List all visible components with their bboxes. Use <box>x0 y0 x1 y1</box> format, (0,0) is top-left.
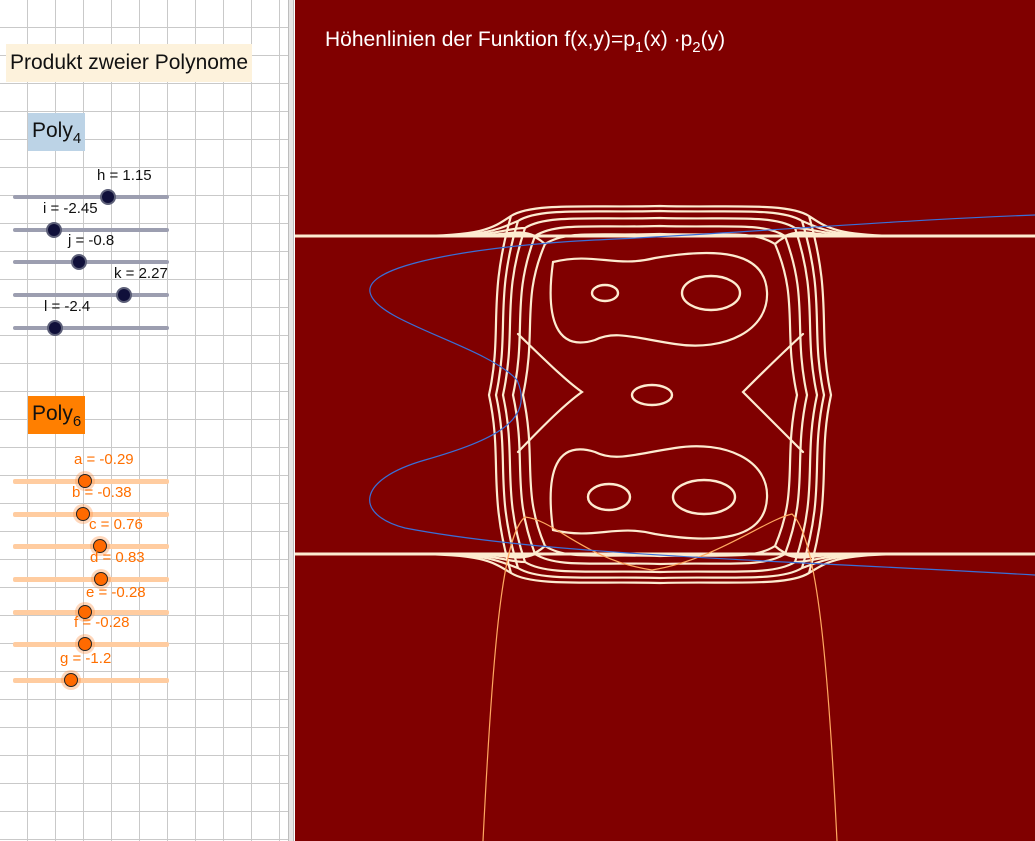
contour-line-3 <box>426 209 894 580</box>
graph-title-sub1: 1 <box>634 39 644 56</box>
poly4-label-text: Poly <box>32 119 73 142</box>
poly6-label-subscript: 6 <box>72 413 82 430</box>
slider-g-label: g = -1.2 <box>60 650 112 667</box>
contour-ellipse-4 <box>586 482 632 512</box>
contour-right-wedge <box>741 332 805 454</box>
graph-title-mid: (x) ·p <box>643 28 693 51</box>
graph-title-prefix: Höhenlinien der Funktion f(x,y)=p <box>325 28 635 51</box>
algebra-panel: Produkt zweier Polynome Poly4 h = 1.15 i … <box>0 0 288 841</box>
slider-j-handle[interactable] <box>71 254 87 270</box>
graph-title-suffix: (y) <box>700 28 726 51</box>
slider-l-track[interactable] <box>13 326 169 330</box>
slider-k-track[interactable] <box>13 293 169 297</box>
slider-l-label: l = -2.4 <box>44 298 91 315</box>
slider-i-handle[interactable] <box>46 222 62 238</box>
graphics-view[interactable]: Höhenlinien der Funktion f(x,y)=p1(x) ·p… <box>295 0 1035 841</box>
slider-d-label: d = 0.83 <box>90 549 145 566</box>
graph-title-sub2: 2 <box>692 39 701 56</box>
slider-l-handle[interactable] <box>47 320 63 336</box>
contour-line-1 <box>465 224 855 566</box>
graph-title: Höhenlinien der Funktion f(x,y)=p1(x) ·p… <box>325 28 725 56</box>
slider-h-track[interactable] <box>13 195 169 199</box>
blue-curve <box>369 214 1035 576</box>
slider-g-track[interactable] <box>13 678 169 683</box>
slider-c-label: c = 0.76 <box>89 516 143 533</box>
slider-a-label: a = -0.29 <box>74 451 134 468</box>
contour-line-2 <box>443 216 877 574</box>
contour-ellipse-1 <box>590 283 620 303</box>
slider-f-handle[interactable] <box>78 637 92 651</box>
contour-line-4 <box>409 204 911 585</box>
slider-d-track[interactable] <box>13 577 169 582</box>
panel-divider[interactable] <box>288 0 294 841</box>
contour-plot <box>295 204 1035 841</box>
slider-g-handle[interactable] <box>64 673 78 687</box>
slider-b-label: b = -0.38 <box>72 484 132 501</box>
poly4-label-subscript: 4 <box>72 130 82 147</box>
app-title: Produkt zweier Polynome <box>6 44 253 82</box>
contour-ellipse-2 <box>680 274 742 312</box>
poly6-label-text: Poly <box>32 402 73 425</box>
slider-f-label: f = -0.28 <box>74 614 130 631</box>
slider-i-label: i = -2.45 <box>43 200 98 217</box>
poly6-group-label: Poly6 <box>28 396 86 434</box>
slider-h-label: h = 1.15 <box>97 167 152 184</box>
slider-k-handle[interactable] <box>116 287 132 303</box>
slider-k-label: k = 2.27 <box>114 265 168 282</box>
contour-line-0 <box>485 232 835 558</box>
contour-ellipse-3 <box>630 383 674 407</box>
contour-ellipse-5 <box>671 478 737 516</box>
poly4-group-label: Poly4 <box>28 113 86 151</box>
slider-j-label: j = -0.8 <box>68 232 115 249</box>
contour-upper-lobe <box>549 251 769 347</box>
slider-e-label: e = -0.28 <box>86 584 146 601</box>
slider-b-handle[interactable] <box>76 507 90 521</box>
slider-h-handle[interactable] <box>100 189 116 205</box>
slider-j-track[interactable] <box>13 260 169 264</box>
